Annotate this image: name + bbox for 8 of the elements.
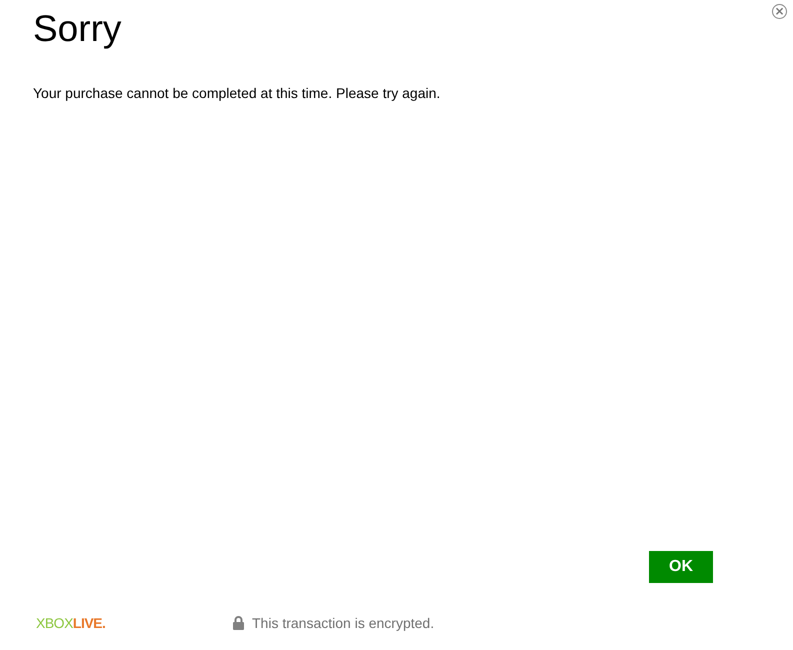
close-button[interactable]: ×	[772, 4, 787, 19]
dialog-title: Sorry	[33, 8, 122, 50]
error-message: Your purchase cannot be completed at this time. Please try again.	[33, 84, 440, 102]
logo-brand-text: XBOX	[36, 615, 73, 631]
logo-product-text: LIVE.	[72, 615, 106, 631]
lock-icon	[233, 616, 244, 630]
ok-button[interactable]: OK	[649, 551, 713, 583]
security-note: This transaction is encrypted.	[252, 615, 434, 631]
